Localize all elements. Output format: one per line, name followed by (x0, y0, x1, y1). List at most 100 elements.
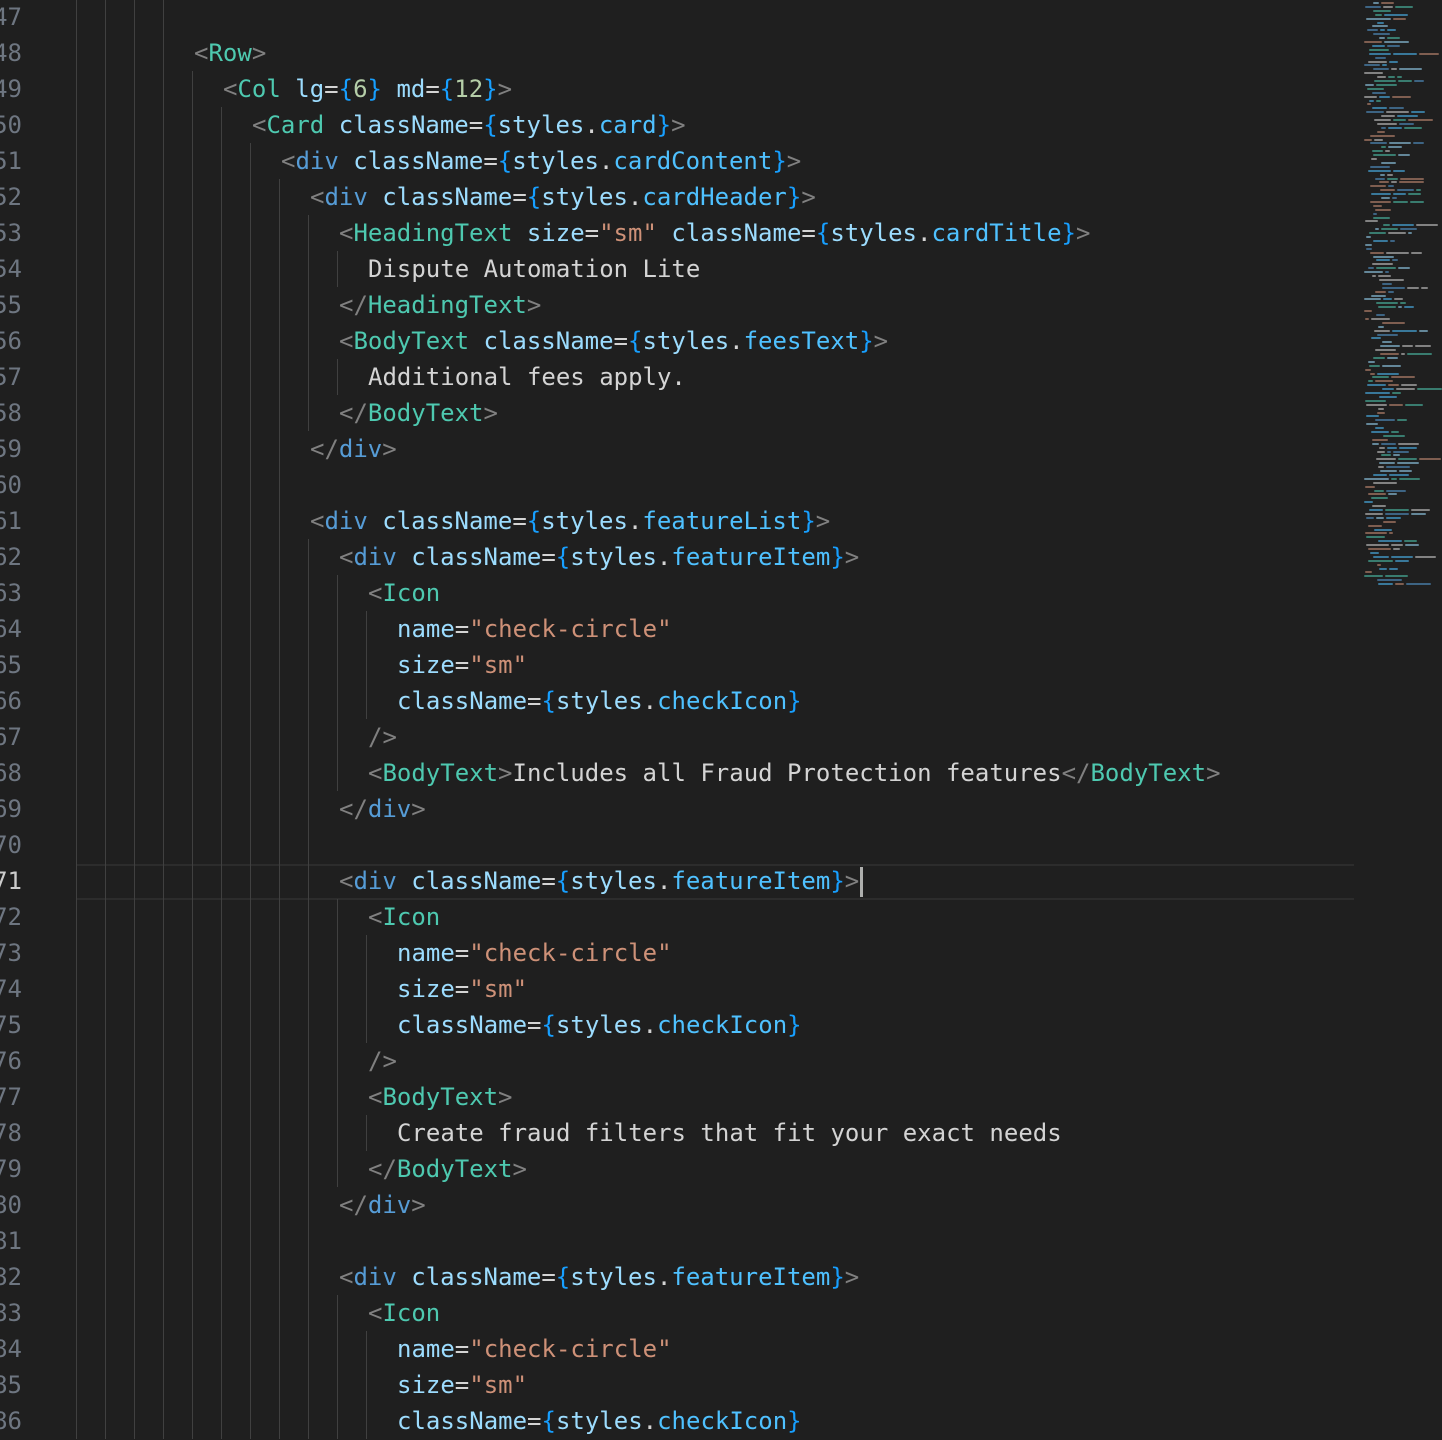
code-line[interactable]: 84 name="check-circle" (0, 1331, 1442, 1367)
code-line[interactable]: 76 /> (0, 1043, 1442, 1079)
line-number[interactable]: 52 (0, 179, 22, 215)
code-line[interactable]: 53 <HeadingText size="sm" className={styl… (0, 215, 1442, 251)
code-text[interactable]: <Icon (368, 899, 440, 935)
code-line[interactable]: 73 name="check-circle" (0, 935, 1442, 971)
line-number[interactable]: 61 (0, 503, 22, 539)
line-number[interactable]: 80 (0, 1187, 22, 1223)
code-text[interactable]: <div className={styles.featureItem}> (339, 539, 859, 575)
code-text[interactable]: </HeadingText> (339, 287, 541, 323)
code-text[interactable]: <div className={styles.cardContent}> (281, 143, 801, 179)
code-text[interactable]: <BodyText> (368, 1079, 513, 1115)
code-text[interactable]: <HeadingText size="sm" className={styles… (339, 215, 1090, 251)
code-text[interactable]: <div className={styles.cardHeader}> (310, 179, 816, 215)
line-number[interactable]: 72 (0, 899, 22, 935)
code-text[interactable]: </div> (339, 1187, 426, 1223)
line-number[interactable]: 60 (0, 467, 22, 503)
line-number[interactable]: 47 (0, 0, 22, 35)
code-line[interactable]: 79 </BodyText> (0, 1151, 1442, 1187)
code-line[interactable]: 52 <div className={styles.cardHeader}> (0, 179, 1442, 215)
code-line[interactable]: 74 size="sm" (0, 971, 1442, 1007)
code-text[interactable]: <div className={styles.featureList}> (310, 503, 830, 539)
line-number[interactable]: 83 (0, 1295, 22, 1331)
line-number[interactable]: 49 (0, 71, 22, 107)
code-line[interactable]: 58 </BodyText> (0, 395, 1442, 431)
code-text[interactable]: className={styles.checkIcon} (397, 683, 802, 719)
code-text[interactable]: </BodyText> (339, 395, 498, 431)
code-text[interactable]: Dispute Automation Lite (368, 251, 700, 287)
code-line[interactable]: 80 </div> (0, 1187, 1442, 1223)
line-number[interactable]: 66 (0, 683, 22, 719)
line-number[interactable]: 62 (0, 539, 22, 575)
code-text[interactable]: name="check-circle" (397, 611, 672, 647)
code-text[interactable]: <Row> (194, 35, 266, 71)
code-line[interactable]: 64 name="check-circle" (0, 611, 1442, 647)
code-editor[interactable]: 47 48 <Row> 49 <Col lg={6} md={12}> 50 <Card c… (0, 0, 1442, 1440)
code-line[interactable]: 67 /> (0, 719, 1442, 755)
code-line[interactable]: 48 <Row> (0, 35, 1442, 71)
code-line[interactable]: 81 (0, 1223, 1442, 1259)
code-text[interactable]: </div> (310, 431, 397, 467)
code-line[interactable]: 72 <Icon (0, 899, 1442, 935)
line-number[interactable]: 55 (0, 287, 22, 323)
code-line[interactable]: 83 <Icon (0, 1295, 1442, 1331)
line-number[interactable]: 70 (0, 827, 22, 863)
line-number[interactable]: 68 (0, 755, 22, 791)
code-line[interactable]: 75 className={styles.checkIcon} (0, 1007, 1442, 1043)
code-line[interactable]: 51 <div className={styles.cardContent}> (0, 143, 1442, 179)
code-text[interactable]: <Icon (368, 1295, 440, 1331)
line-number[interactable]: 71 (0, 863, 22, 899)
line-number[interactable]: 82 (0, 1259, 22, 1295)
code-text[interactable]: /> (368, 1043, 397, 1079)
code-line[interactable]: 60 (0, 467, 1442, 503)
line-number[interactable]: 54 (0, 251, 22, 287)
line-number[interactable]: 56 (0, 323, 22, 359)
code-text[interactable]: name="check-circle" (397, 935, 672, 971)
code-text[interactable]: <div className={styles.featureItem}> (339, 863, 864, 899)
code-line[interactable]: 61 <div className={styles.featureList}> (0, 503, 1442, 539)
code-text[interactable]: <Card className={styles.card}> (252, 107, 686, 143)
code-line[interactable]: 49 <Col lg={6} md={12}> (0, 71, 1442, 107)
code-text[interactable]: size="sm" (397, 1367, 527, 1403)
code-text[interactable]: <div className={styles.featureItem}> (339, 1259, 859, 1295)
line-number[interactable]: 74 (0, 971, 22, 1007)
code-line[interactable]: 85 size="sm" (0, 1367, 1442, 1403)
line-number[interactable]: 65 (0, 647, 22, 683)
code-text[interactable]: /> (368, 719, 397, 755)
line-number[interactable]: 50 (0, 107, 22, 143)
line-number[interactable]: 63 (0, 575, 22, 611)
line-number[interactable]: 77 (0, 1079, 22, 1115)
code-text[interactable]: Create fraud filters that fit your exact… (397, 1115, 1062, 1151)
code-line[interactable]: 70 (0, 827, 1442, 863)
code-text[interactable]: <Icon (368, 575, 440, 611)
code-line[interactable]: 59 </div> (0, 431, 1442, 467)
line-number[interactable]: 67 (0, 719, 22, 755)
line-number[interactable]: 58 (0, 395, 22, 431)
line-number[interactable]: 51 (0, 143, 22, 179)
minimap[interactable] (1358, 0, 1442, 600)
code-line[interactable]: 63 <Icon (0, 575, 1442, 611)
code-line[interactable]: 71 <div className={styles.featureItem}> (0, 863, 1442, 899)
code-line[interactable]: 66 className={styles.checkIcon} (0, 683, 1442, 719)
code-line[interactable]: 56 <BodyText className={styles.feesText}> (0, 323, 1442, 359)
code-line[interactable]: 54 Dispute Automation Lite (0, 251, 1442, 287)
code-line[interactable]: 77 <BodyText> (0, 1079, 1442, 1115)
code-line[interactable]: 86 className={styles.checkIcon} (0, 1403, 1442, 1439)
line-number[interactable]: 57 (0, 359, 22, 395)
line-number[interactable]: 75 (0, 1007, 22, 1043)
line-number[interactable]: 79 (0, 1151, 22, 1187)
line-number[interactable]: 73 (0, 935, 22, 971)
code-text[interactable]: size="sm" (397, 971, 527, 1007)
code-line[interactable]: 57 Additional fees apply. (0, 359, 1442, 395)
code-text[interactable]: name="check-circle" (397, 1331, 672, 1367)
line-number[interactable]: 76 (0, 1043, 22, 1079)
code-line[interactable]: 78 Create fraud filters that fit your exa… (0, 1115, 1442, 1151)
line-number[interactable]: 69 (0, 791, 22, 827)
code-text[interactable]: <Col lg={6} md={12}> (223, 71, 512, 107)
line-number[interactable]: 84 (0, 1331, 22, 1367)
code-text[interactable]: <BodyText>Includes all Fraud Protection … (368, 755, 1221, 791)
code-text[interactable]: Additional fees apply. (368, 359, 686, 395)
code-line[interactable]: 55 </HeadingText> (0, 287, 1442, 323)
code-text[interactable]: className={styles.checkIcon} (397, 1403, 802, 1439)
code-text[interactable]: className={styles.checkIcon} (397, 1007, 802, 1043)
line-number[interactable]: 64 (0, 611, 22, 647)
